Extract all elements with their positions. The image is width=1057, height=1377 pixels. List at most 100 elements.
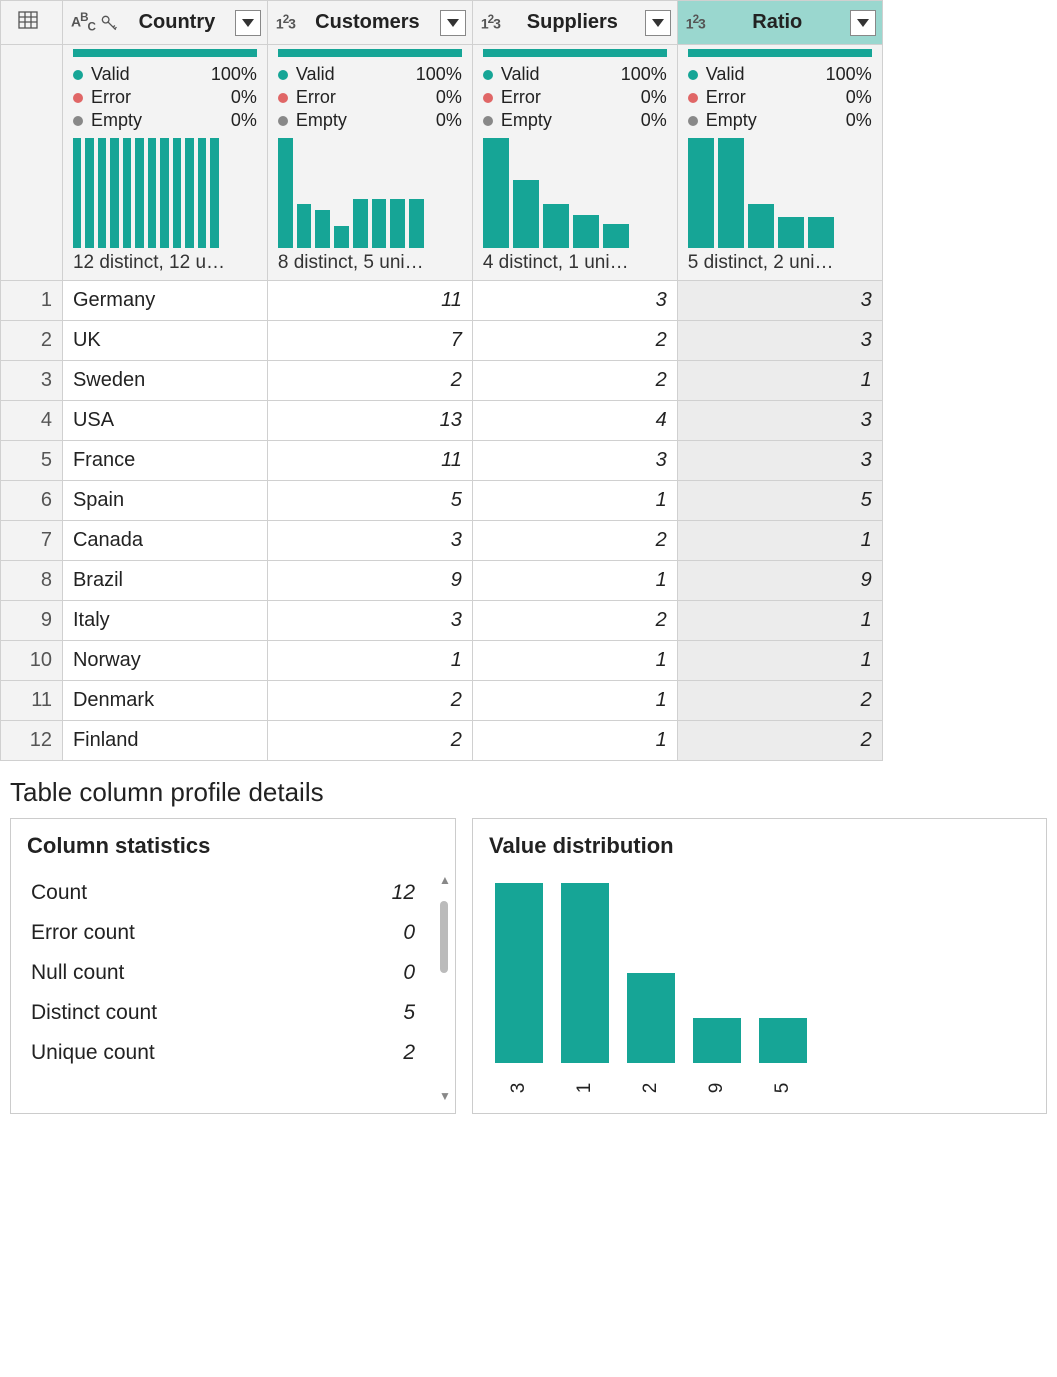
cell-suppliers[interactable]: 1	[472, 681, 677, 721]
cell-suppliers[interactable]: 2	[472, 361, 677, 401]
cell-customers[interactable]: 2	[267, 361, 472, 401]
cell-suppliers[interactable]: 1	[472, 561, 677, 601]
column-filter-button[interactable]	[235, 10, 261, 36]
row-number[interactable]: 10	[1, 641, 63, 681]
row-number[interactable]: 5	[1, 441, 63, 481]
cell-customers[interactable]: 5	[267, 481, 472, 521]
cell-country[interactable]: Canada	[62, 521, 267, 561]
row-number[interactable]: 9	[1, 601, 63, 641]
cell-ratio[interactable]: 1	[677, 361, 882, 401]
row-number[interactable]: 2	[1, 321, 63, 361]
stat-value: 2	[403, 1041, 415, 1065]
cell-country[interactable]: Denmark	[62, 681, 267, 721]
select-all-corner[interactable]	[1, 1, 63, 45]
table-row[interactable]: 5France1133	[1, 441, 1057, 481]
row-number[interactable]: 11	[1, 681, 63, 721]
cell-ratio[interactable]: 1	[677, 601, 882, 641]
cell-ratio[interactable]: 1	[677, 641, 882, 681]
column-filter-button[interactable]	[440, 10, 466, 36]
row-number[interactable]: 6	[1, 481, 63, 521]
column-header-customers[interactable]: 123Customers	[267, 1, 472, 45]
cell-customers[interactable]: 13	[267, 401, 472, 441]
cell-suppliers[interactable]: 2	[472, 321, 677, 361]
cell-customers[interactable]: 1	[267, 641, 472, 681]
table-row[interactable]: 7Canada321	[1, 521, 1057, 561]
key-icon	[99, 13, 119, 33]
table-row[interactable]: 4USA1343	[1, 401, 1057, 441]
cell-country[interactable]: Sweden	[62, 361, 267, 401]
scroll-down-icon[interactable]: ▼	[439, 1089, 449, 1103]
row-number[interactable]: 8	[1, 561, 63, 601]
table-row[interactable]: 9Italy321	[1, 601, 1057, 641]
dist-heading: Value distribution	[489, 833, 1030, 859]
cell-ratio[interactable]: 1	[677, 521, 882, 561]
cell-ratio[interactable]: 3	[677, 401, 882, 441]
cell-ratio[interactable]: 3	[677, 441, 882, 481]
column-filter-button[interactable]	[850, 10, 876, 36]
row-number[interactable]: 4	[1, 401, 63, 441]
cell-suppliers[interactable]: 4	[472, 401, 677, 441]
cell-ratio[interactable]: 3	[677, 321, 882, 361]
cell-country[interactable]: Germany	[62, 281, 267, 321]
cell-suppliers[interactable]: 3	[472, 441, 677, 481]
number-type-icon: 123	[481, 13, 500, 32]
cell-ratio[interactable]: 5	[677, 481, 882, 521]
cell-country[interactable]: Brazil	[62, 561, 267, 601]
row-number[interactable]: 3	[1, 361, 63, 401]
distribution-chart	[489, 873, 1030, 1063]
scroll-thumb[interactable]	[440, 901, 448, 973]
table-row[interactable]: 1Germany1133	[1, 281, 1057, 321]
table-row[interactable]: 2UK723	[1, 321, 1057, 361]
quality-bar	[688, 49, 872, 57]
blank-header	[882, 1, 1057, 45]
table-row[interactable]: 3Sweden221	[1, 361, 1057, 401]
stats-scrollbar[interactable]: ▲ ▼	[439, 873, 449, 1103]
column-header-ratio[interactable]: 123Ratio	[677, 1, 882, 45]
distinct-summary: 4 distinct, 1 uni…	[483, 252, 667, 274]
column-name: Ratio	[709, 11, 846, 34]
cell-country[interactable]: France	[62, 441, 267, 481]
cell-customers[interactable]: 2	[267, 721, 472, 761]
cell-country[interactable]: Finland	[62, 721, 267, 761]
cell-country[interactable]: UK	[62, 321, 267, 361]
cell-suppliers[interactable]: 1	[472, 641, 677, 681]
quality-bar	[483, 49, 667, 57]
cell-ratio[interactable]: 2	[677, 681, 882, 721]
table-row[interactable]: 10Norway111	[1, 641, 1057, 681]
table-row[interactable]: 12Finland212	[1, 721, 1057, 761]
cell-country[interactable]: Spain	[62, 481, 267, 521]
dist-bar-label: 9	[706, 1064, 728, 1112]
column-filter-button[interactable]	[645, 10, 671, 36]
cell-suppliers[interactable]: 3	[472, 281, 677, 321]
cell-country[interactable]: USA	[62, 401, 267, 441]
cell-suppliers[interactable]: 2	[472, 521, 677, 561]
cell-customers[interactable]: 3	[267, 601, 472, 641]
cell-customers[interactable]: 3	[267, 521, 472, 561]
cell-suppliers[interactable]: 1	[472, 481, 677, 521]
cell-ratio[interactable]: 2	[677, 721, 882, 761]
cell-customers[interactable]: 9	[267, 561, 472, 601]
value-distribution-panel: Value distribution 31295	[472, 818, 1047, 1114]
scroll-up-icon[interactable]: ▲	[439, 873, 449, 887]
row-number[interactable]: 1	[1, 281, 63, 321]
row-number[interactable]: 7	[1, 521, 63, 561]
column-header-suppliers[interactable]: 123Suppliers	[472, 1, 677, 45]
cell-country[interactable]: Italy	[62, 601, 267, 641]
cell-customers[interactable]: 11	[267, 281, 472, 321]
column-quality-country: Valid100%Error0%Empty0%12 distinct, 12 u…	[62, 45, 267, 281]
cell-suppliers[interactable]: 1	[472, 721, 677, 761]
cell-ratio[interactable]: 3	[677, 281, 882, 321]
cell-customers[interactable]: 11	[267, 441, 472, 481]
table-row[interactable]: 6Spain515	[1, 481, 1057, 521]
table-row[interactable]: 8Brazil919	[1, 561, 1057, 601]
cell-customers[interactable]: 2	[267, 681, 472, 721]
table-row[interactable]: 11Denmark212	[1, 681, 1057, 721]
cell-ratio[interactable]: 9	[677, 561, 882, 601]
stat-label: Unique count	[31, 1041, 155, 1065]
cell-customers[interactable]: 7	[267, 321, 472, 361]
column-header-country[interactable]: ABCCountry	[62, 1, 267, 45]
cell-country[interactable]: Norway	[62, 641, 267, 681]
quality-bar	[278, 49, 462, 57]
row-number[interactable]: 12	[1, 721, 63, 761]
cell-suppliers[interactable]: 2	[472, 601, 677, 641]
